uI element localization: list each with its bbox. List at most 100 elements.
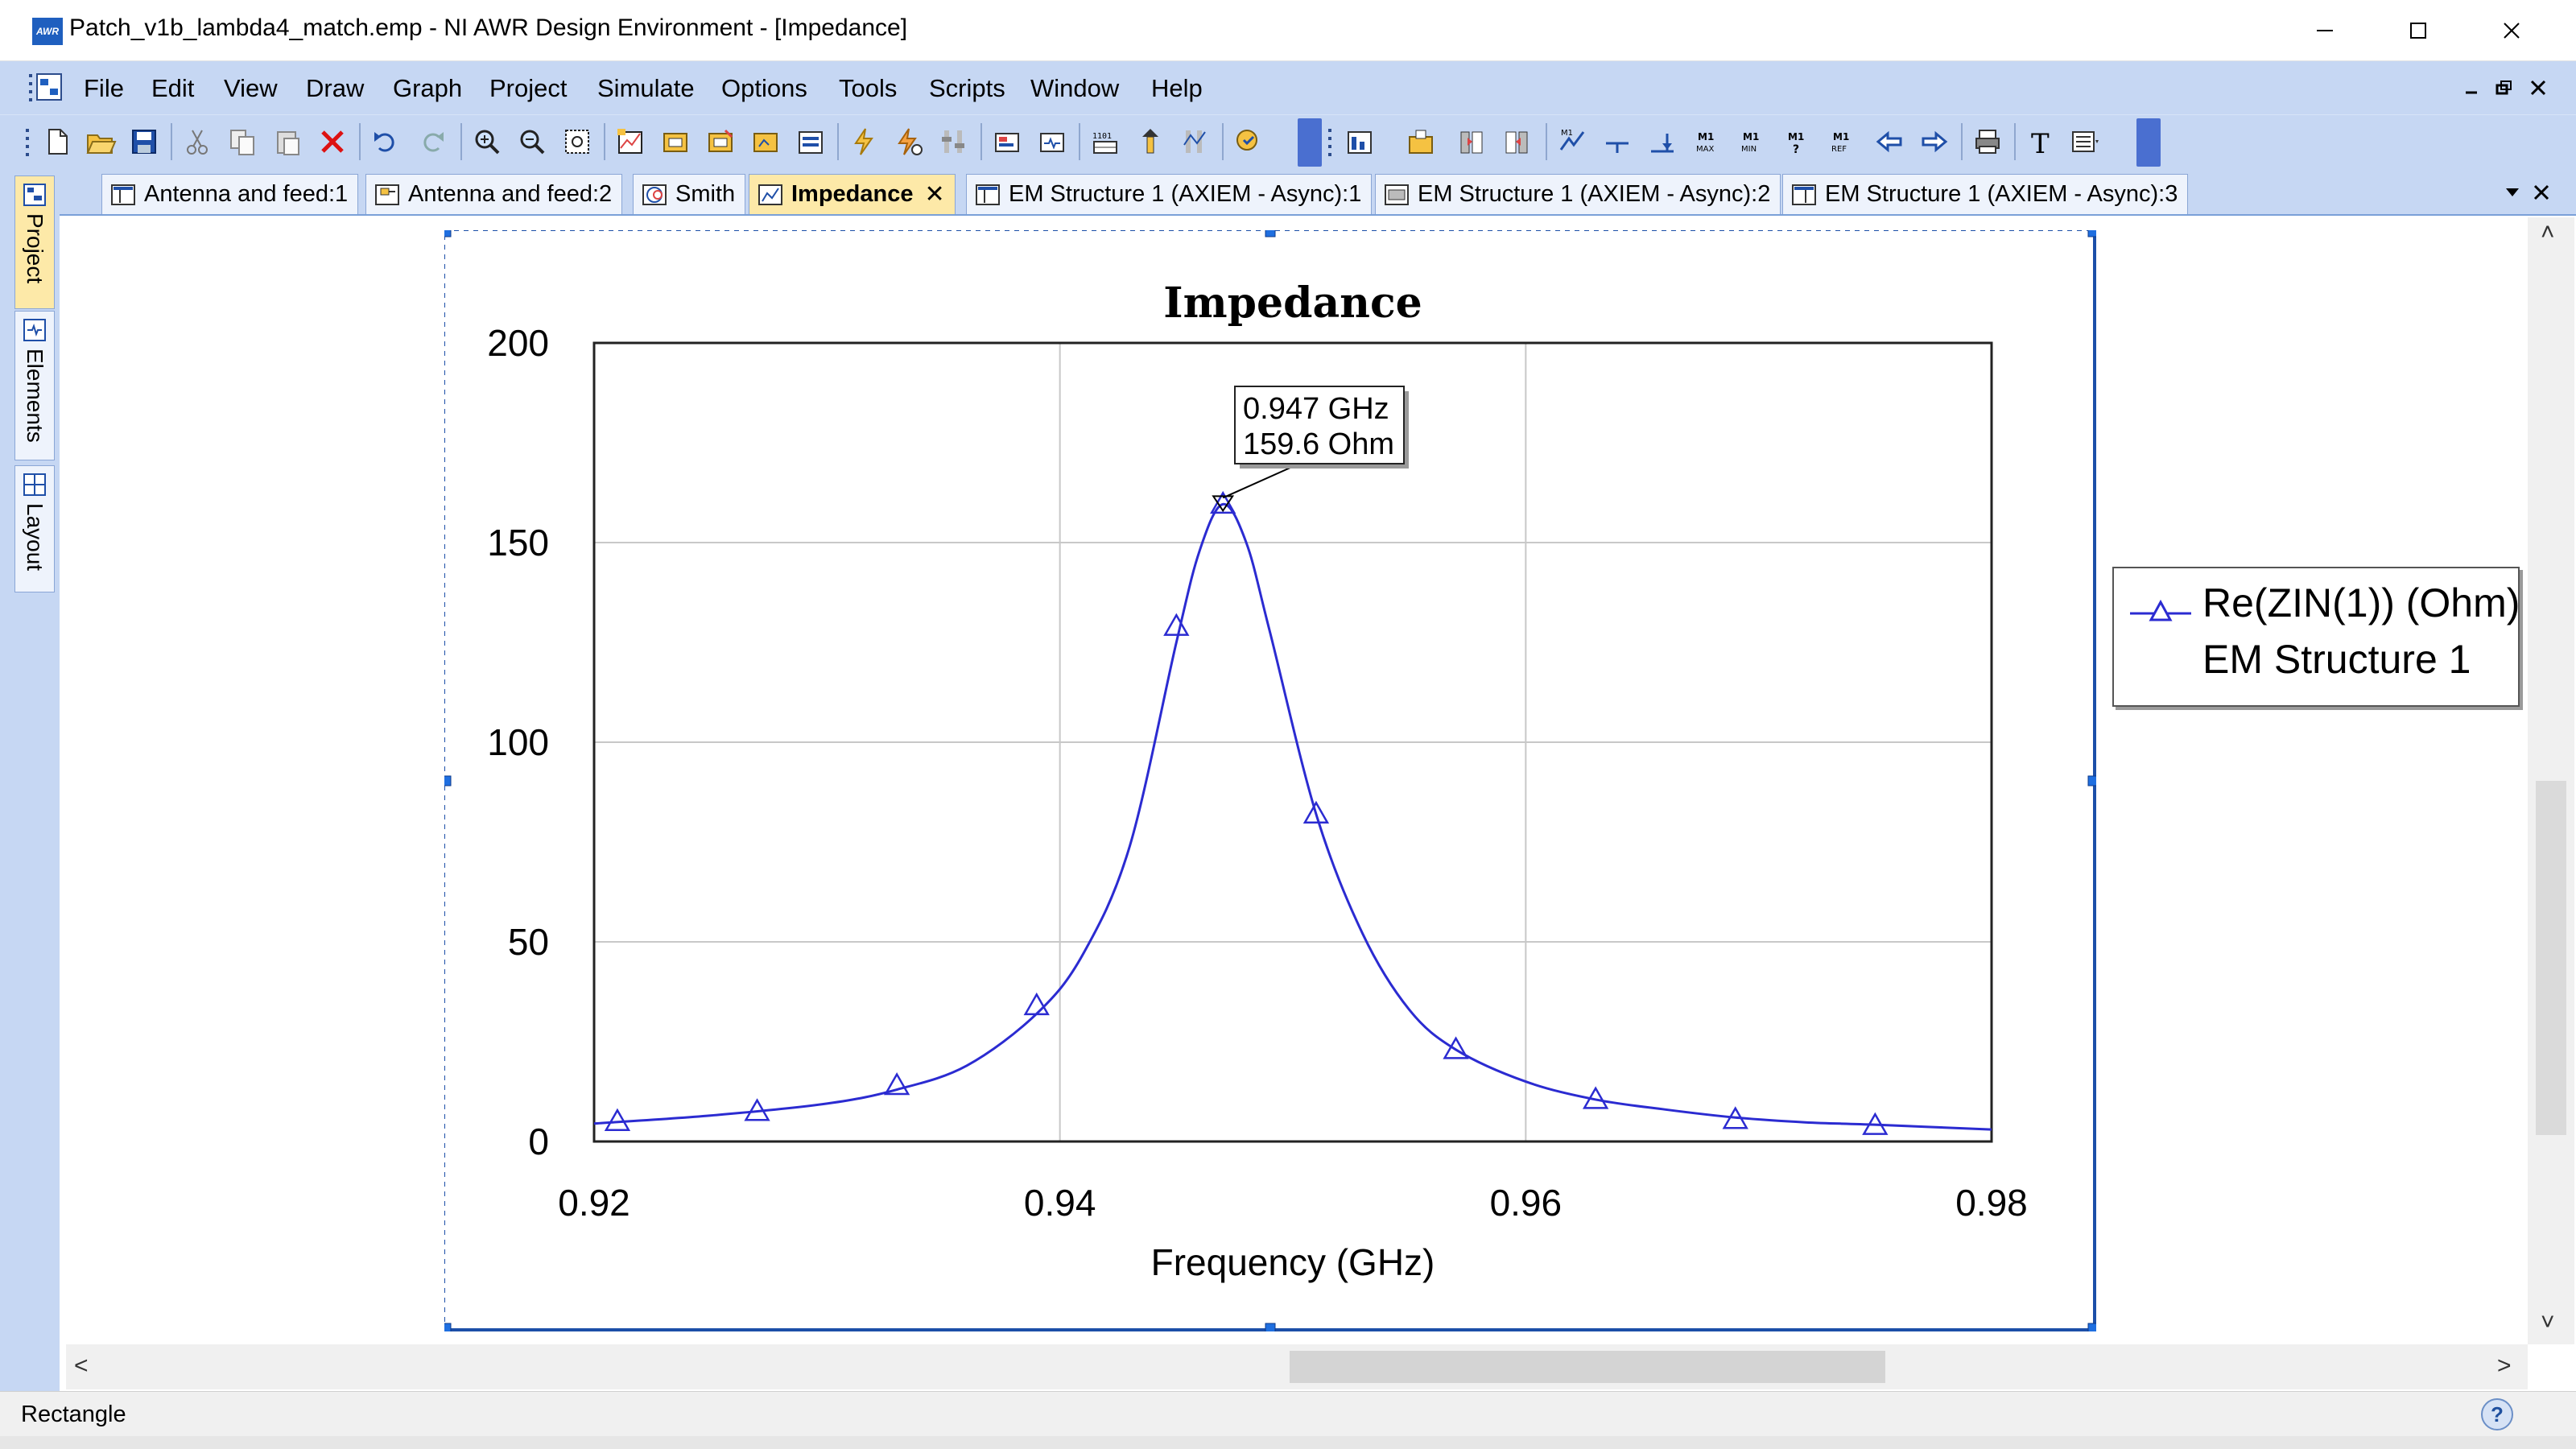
zoom-area-icon[interactable] [469, 123, 506, 160]
close-all-tabs-button[interactable] [2528, 179, 2555, 206]
marker-min-icon[interactable]: M1 MIN [1736, 123, 1773, 160]
resize-handle[interactable] [444, 230, 452, 237]
impedance-chart[interactable]: 050100150200 0.92 0.94 0.96 0.98 Impedance … [444, 230, 2096, 1331]
tab-list-dropdown[interactable] [2499, 179, 2526, 206]
marker-search-icon[interactable]: M1 [1554, 123, 1591, 160]
scroll-down-icon[interactable]: ˅ [2541, 1309, 2555, 1336]
scroll-left-icon[interactable]: < [74, 1352, 89, 1380]
close-window-button[interactable] [2465, 0, 2558, 61]
awr-app-icon[interactable]: AWR [32, 18, 63, 45]
simulate-icon[interactable] [845, 123, 882, 160]
tune-icon[interactable] [935, 123, 972, 160]
vertical-scrollbar[interactable]: ˄ ˅ [2528, 217, 2574, 1344]
marker-query-icon[interactable]: M1? [1781, 123, 1818, 160]
zoom-out-icon[interactable] [514, 123, 551, 160]
open-icon[interactable] [82, 123, 119, 160]
tab-em-structure-3[interactable]: EM Structure 1 (AXIEM - Async):3 [1782, 174, 2189, 214]
marker-max-icon[interactable]: M1 MAX [1690, 123, 1728, 160]
tab-antenna-and-feed-2[interactable]: Antenna and feed:2 [365, 174, 623, 214]
yield-icon[interactable] [1177, 123, 1214, 160]
new-icon[interactable] [39, 123, 76, 160]
layout-icon[interactable] [989, 123, 1026, 160]
next-icon[interactable] [1916, 123, 1953, 160]
menu-help[interactable]: Help [1151, 74, 1203, 103]
dock-tab-project[interactable]: Project [14, 175, 55, 309]
redo-icon[interactable] [414, 123, 451, 160]
resize-handle[interactable] [444, 1323, 452, 1331]
marker-peak-icon[interactable] [1644, 123, 1681, 160]
copy-icon[interactable] [224, 123, 261, 160]
menu-grip-icon[interactable] [27, 71, 64, 105]
resize-handle[interactable] [1265, 230, 1276, 237]
series-line[interactable] [593, 502, 1992, 1131]
add-marker-graph-icon[interactable] [1402, 123, 1439, 160]
optimize-icon[interactable] [1230, 123, 1267, 160]
marker-left-icon[interactable] [1454, 123, 1491, 160]
help-icon[interactable]: ? [2481, 1398, 2513, 1430]
marker-annotation[interactable]: 0.947 GHz 159.6 Ohm [1222, 386, 1409, 499]
prev-icon[interactable] [1871, 123, 1908, 160]
menu-project[interactable]: Project [489, 74, 567, 103]
menu-edit[interactable]: Edit [151, 74, 194, 103]
mdi-close-button[interactable] [2526, 76, 2550, 100]
menu-scripts[interactable]: Scripts [929, 74, 1005, 103]
horizontal-scrollbar[interactable]: < > [66, 1344, 2528, 1389]
marker-right-icon[interactable] [1499, 123, 1536, 160]
legend-icon[interactable] [2067, 123, 2104, 160]
maximize-button[interactable] [2372, 0, 2465, 61]
data-table-icon[interactable]: 1101 [1087, 123, 1124, 160]
graph-frame[interactable]: 0 50 100 150 200 0.92 0.94 0.96 0.98 Impedance … [444, 230, 2096, 1331]
analyze-icon[interactable] [890, 123, 927, 160]
tab-impedance[interactable]: Impedance ✕ [749, 174, 956, 214]
marker-line-icon[interactable] [1599, 123, 1636, 160]
delete-icon[interactable] [314, 123, 351, 160]
cut-icon[interactable] [179, 123, 216, 160]
dock-tab-elements[interactable]: Elements [14, 311, 55, 460]
modify-measurement-icon[interactable] [702, 123, 739, 160]
vertical-scroll-thumb[interactable] [2536, 781, 2566, 1135]
menu-draw[interactable]: Draw [306, 74, 364, 103]
mdi-minimize-button[interactable] [2460, 76, 2484, 100]
paste-icon[interactable] [269, 123, 306, 160]
save-icon[interactable] [126, 123, 163, 160]
toolbar-overflow-button[interactable] [1298, 118, 1322, 167]
resize-handle[interactable] [2087, 230, 2096, 237]
scroll-right-icon[interactable]: > [2497, 1352, 2512, 1380]
zoom-fit-icon[interactable] [559, 123, 596, 160]
scroll-up-icon[interactable]: ˄ [2541, 219, 2555, 246]
mdi-restore-button[interactable] [2492, 76, 2516, 100]
resize-handle[interactable] [1265, 1323, 1276, 1331]
menu-view[interactable]: View [224, 74, 278, 103]
schematic-icon[interactable] [1034, 123, 1071, 160]
menu-window[interactable]: Window [1030, 74, 1119, 103]
tab-em-structure-2[interactable]: EM Structure 1 (AXIEM - Async):2 [1375, 174, 1781, 214]
add-graph-icon[interactable] [612, 123, 649, 160]
chart-legend[interactable]: Re(ZIN(1)) (Ohm) EM Structure 1 [2112, 567, 2520, 707]
graph-properties-icon[interactable] [1341, 123, 1378, 160]
undo-icon[interactable] [367, 123, 404, 160]
menu-options[interactable]: Options [721, 74, 807, 103]
minimize-button[interactable] [2278, 0, 2372, 61]
resize-handle[interactable] [2087, 1323, 2096, 1331]
tab-smith[interactable]: Smith [633, 174, 746, 214]
tab-em-structure-1[interactable]: EM Structure 1 (AXIEM - Async):1 [966, 174, 1373, 214]
add-marker-icon[interactable] [747, 123, 784, 160]
toolbar-grip-icon[interactable] [1327, 123, 1338, 160]
horizontal-scroll-thumb[interactable] [1290, 1351, 1885, 1383]
tune-tool-icon[interactable] [1132, 123, 1169, 160]
properties-icon[interactable] [792, 123, 829, 160]
dock-tab-layout[interactable]: Layout [14, 465, 55, 592]
menu-simulate[interactable]: Simulate [597, 74, 695, 103]
toolbar-grip-icon[interactable] [24, 123, 35, 160]
marker-ref-icon[interactable]: M1 REF [1826, 123, 1863, 160]
resize-handle[interactable] [444, 775, 452, 786]
text-icon[interactable]: T [2022, 123, 2059, 160]
menu-file[interactable]: File [84, 74, 124, 103]
tab-close-icon[interactable]: ✕ [925, 180, 945, 208]
resize-handle[interactable] [2087, 775, 2096, 786]
print-icon[interactable] [1969, 123, 2006, 160]
toolbar-overflow-button-2[interactable] [2136, 118, 2161, 167]
menu-graph[interactable]: Graph [393, 74, 462, 103]
tab-antenna-and-feed-1[interactable]: Antenna and feed:1 [101, 174, 359, 214]
menu-tools[interactable]: Tools [839, 74, 897, 103]
